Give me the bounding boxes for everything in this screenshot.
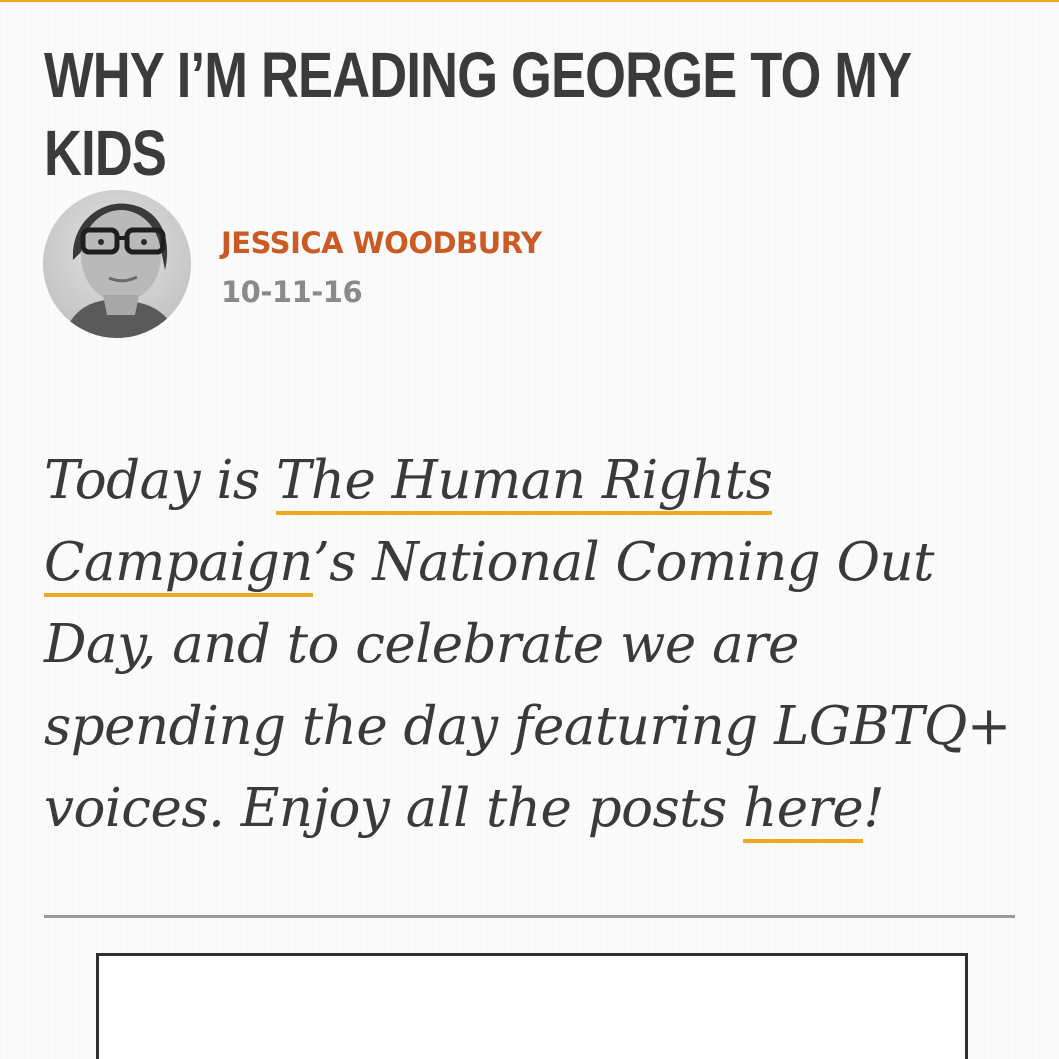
intro-text-1: Today is <box>44 450 276 511</box>
top-accent-border <box>0 0 1059 2</box>
section-divider <box>44 915 1015 918</box>
embedded-content-box <box>96 953 968 1059</box>
author-avatar[interactable] <box>43 190 191 338</box>
author-name-link[interactable]: JESSICA WOODBURY <box>221 226 542 260</box>
article-title: WHY I’M READING GEORGE TO MY KIDS <box>44 39 911 189</box>
article-intro: Today is The Human Rights Campaign’s Nat… <box>44 440 1034 850</box>
avatar-photo-icon <box>43 190 191 338</box>
publish-date: 10-11-16 <box>221 275 363 309</box>
all-posts-link[interactable]: here <box>743 778 864 843</box>
intro-text-3: ! <box>863 778 885 839</box>
